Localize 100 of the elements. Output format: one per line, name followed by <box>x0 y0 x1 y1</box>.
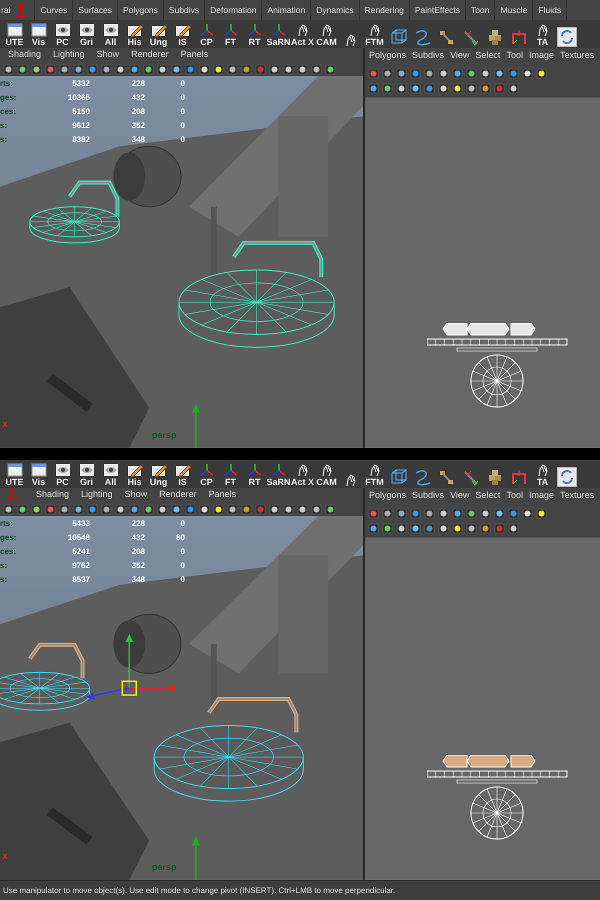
shelf-button[interactable]: PC <box>52 463 73 487</box>
stat-value: 0 <box>180 546 185 558</box>
axes-icon <box>246 463 262 477</box>
uv-tool-icon <box>410 68 421 78</box>
uv-tool-icon <box>494 68 505 78</box>
shelf-button[interactable]: His <box>124 463 145 487</box>
stat-label: s: <box>0 134 8 146</box>
stat-value: 352 <box>130 120 145 132</box>
toolbar-icon <box>157 64 168 74</box>
shelf-button[interactable]: CAM <box>316 463 337 487</box>
refresh-icon <box>556 467 576 487</box>
uv-tool-icon <box>466 522 477 534</box>
toolbar-icon <box>241 504 252 514</box>
toolbar-icon <box>157 504 168 514</box>
shelf-button[interactable]: All <box>100 23 121 47</box>
stat-value: 432 <box>130 532 145 544</box>
shelf-button[interactable]: FTM <box>364 463 385 487</box>
menu-item[interactable]: Polygons <box>369 489 406 503</box>
shelf-button[interactable]: Vis <box>28 463 49 487</box>
toolbar-icon <box>87 64 98 74</box>
shelf-button[interactable]: SaRN <box>268 463 289 487</box>
menu-item[interactable]: View <box>450 489 470 503</box>
shelf-button[interactable]: Act X <box>292 23 313 47</box>
shelf-button[interactable]: Ung <box>148 23 169 47</box>
eye-icon <box>102 463 118 477</box>
uv-tool-icon <box>396 508 407 518</box>
menu-item[interactable]: Tool <box>506 49 523 63</box>
shelf-button[interactable]: All <box>100 463 121 487</box>
stat-value: 5433 <box>71 518 90 530</box>
lamp-drawing <box>113 614 182 674</box>
frame-icon <box>510 469 528 487</box>
shelf-button[interactable]: UTE <box>4 463 25 487</box>
shelf-button[interactable]: FT <box>220 463 241 487</box>
shelf-button[interactable]: CP <box>196 463 217 487</box>
shelf-button[interactable]: PC <box>52 23 73 47</box>
menu-item[interactable]: Select <box>475 489 500 503</box>
toolbar-icon <box>101 504 112 514</box>
eye-icon <box>78 23 94 37</box>
shelf-button[interactable]: FT <box>220 23 241 47</box>
axes-icon <box>246 23 262 37</box>
menu-item[interactable]: Panels <box>208 488 236 502</box>
menu-item[interactable]: Shading <box>36 488 70 502</box>
toolbar-icon <box>213 64 224 74</box>
uv-tool-icon <box>494 82 505 94</box>
menu-item[interactable]: Textures <box>560 489 594 503</box>
toolbar-icon <box>129 64 140 74</box>
stat-value: 0 <box>180 134 185 146</box>
shelf-button[interactable]: Gri <box>76 23 97 47</box>
toolbar-icon <box>143 504 154 514</box>
menu-item[interactable]: Textures <box>560 49 594 63</box>
menu-item[interactable]: Select <box>475 49 500 63</box>
uv-tool-icon <box>410 508 421 518</box>
shelf-button[interactable]: RT <box>244 463 265 487</box>
menu-item[interactable]: Polygons <box>369 49 406 63</box>
shelf-tool-button[interactable] <box>556 467 577 487</box>
menu-item[interactable]: Tool <box>506 489 523 503</box>
shelf-button[interactable]: FTM <box>364 23 385 47</box>
menu-item[interactable]: Renderer <box>159 488 197 502</box>
step-number: 1 <box>15 0 26 20</box>
menu-item[interactable]: Subdivs <box>412 489 444 503</box>
menu-item[interactable]: Lighting <box>53 48 85 62</box>
menu-item[interactable]: Renderer <box>131 48 169 62</box>
shelf-button[interactable]: TA <box>532 23 553 47</box>
menu-item[interactable]: Image <box>528 489 554 503</box>
eye-icon <box>54 463 70 477</box>
window-icon <box>6 463 22 477</box>
uv-tool-icon <box>438 68 449 78</box>
shelf-button[interactable]: CAM <box>316 23 337 47</box>
menu-item[interactable]: Show <box>96 48 120 62</box>
menu-item[interactable]: Image <box>528 49 554 63</box>
shelf-button[interactable]: Gri <box>76 463 97 487</box>
shelf-button[interactable]: SaRN <box>268 23 289 47</box>
shelf-button[interactable]: UTE <box>4 23 25 47</box>
toolbar-icon <box>31 64 42 74</box>
shelf-button[interactable]: Ung <box>148 463 169 487</box>
menu-item[interactable]: Lighting <box>81 488 113 502</box>
shelf-button[interactable]: Act X <box>292 463 313 487</box>
stat-value: 348 <box>130 134 145 146</box>
menu-item[interactable]: View <box>450 49 470 63</box>
shelf-button[interactable]: TA <box>532 463 553 487</box>
shelf-button[interactable]: RT <box>244 23 265 47</box>
menu-item[interactable]: Show <box>124 488 148 502</box>
shelf-button[interactable]: IS <box>172 463 193 487</box>
camera-label: persp <box>152 428 177 442</box>
stat-value: 9762 <box>71 560 90 572</box>
shelf-button[interactable]: IS <box>172 23 193 47</box>
uv-tool-icon <box>396 522 407 534</box>
uv-tool-icon <box>480 522 491 534</box>
lamp-drawing <box>113 146 182 208</box>
uv-tool-icon <box>452 522 463 534</box>
shelf-button[interactable]: His <box>124 23 145 47</box>
shelf-button[interactable]: Vis <box>28 23 49 47</box>
stat-value: 0 <box>180 92 185 104</box>
shelf-tool-button[interactable] <box>556 27 577 47</box>
shelf-button[interactable]: CP <box>196 23 217 47</box>
menu-item[interactable]: Shading <box>8 48 42 62</box>
wireframe-handle <box>28 642 85 678</box>
menu-item[interactable]: Panels <box>180 48 208 62</box>
menu-item[interactable]: Subdivs <box>412 49 444 63</box>
toolbar-icon <box>199 64 210 74</box>
